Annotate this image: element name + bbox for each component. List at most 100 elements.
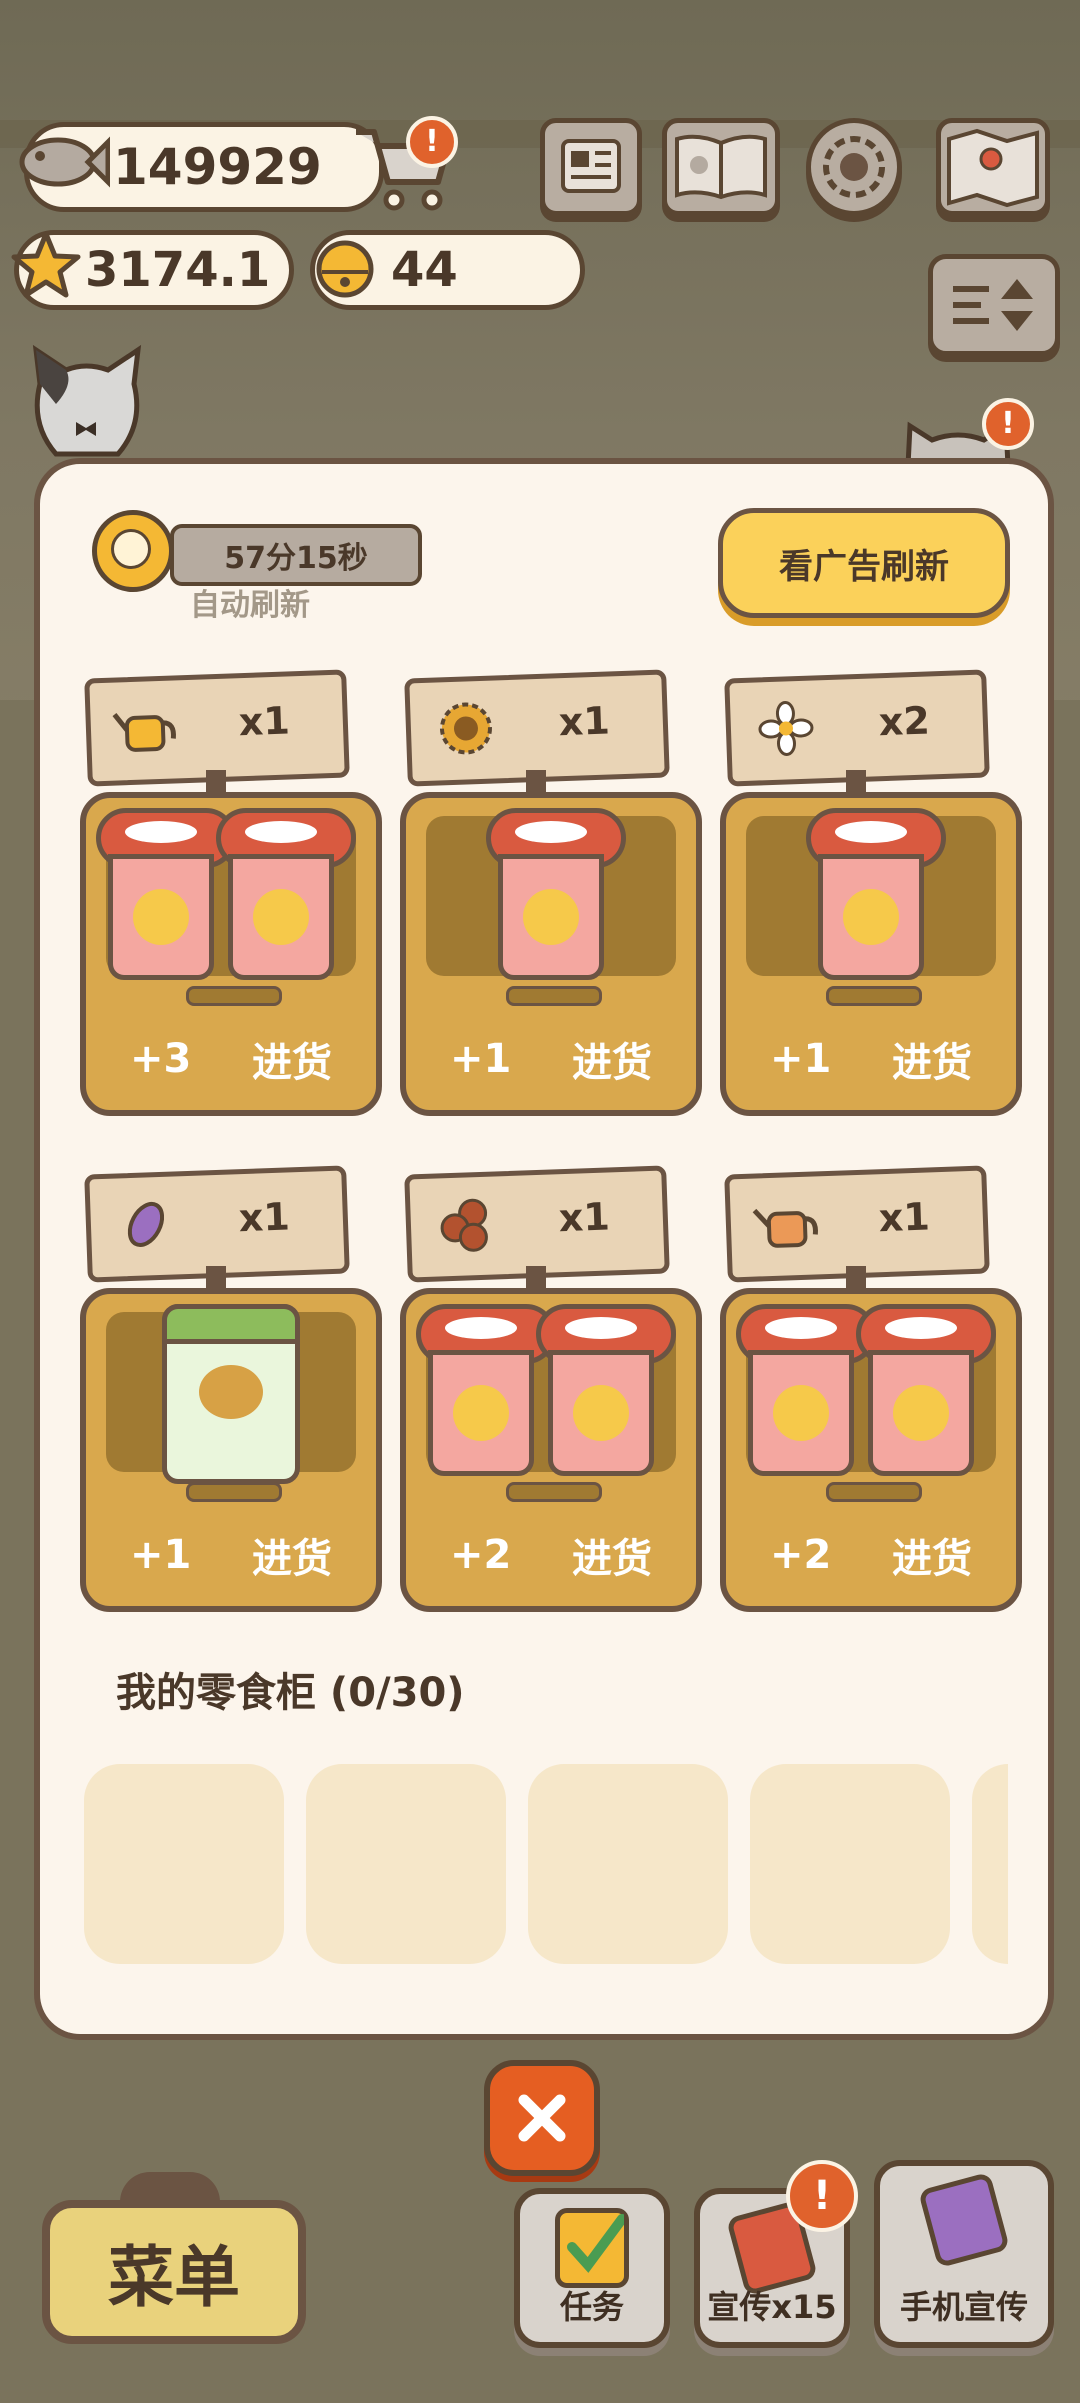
tasks-label: 任务 [559,2288,624,2326]
promo-label: 宣传x15 [707,2288,837,2326]
white-flower-icon [752,698,820,758]
product-crate: +3 进货 [80,792,382,1116]
cabinet-slot-partial[interactable] [972,1764,1008,1964]
cup-noodle-icon [856,1304,996,1476]
slot-sign: x1 [724,1165,990,1283]
slot-sign: x1 [404,1165,670,1283]
sign-post [846,770,866,792]
slot-sign: x1 [404,669,670,787]
star-icon [11,231,81,298]
pinecones-icon [432,1194,500,1254]
crate-handle [186,986,282,1006]
phone-icon [917,2171,1011,2269]
purple-fish-icon [112,1194,180,1254]
fish-icon [19,136,110,188]
clock-icon [92,510,174,592]
sign-post [206,770,226,792]
watch-ad-refresh-label: 看广告刷新 [779,546,949,587]
orange-watering-can-icon [752,1194,820,1254]
cup-noodle-icon [416,1304,556,1476]
checkbox-icon [555,2208,629,2288]
stock-slot-4[interactable]: x1 +1 进货 [80,1165,382,1612]
slot-quantity: x1 [238,698,291,745]
stock-count: +1 [130,1532,192,1578]
restock-button[interactable]: 进货 [252,1030,332,1088]
cup-noodle-icon [736,1304,876,1476]
sunflower-icon [432,698,500,758]
cabinet-slot[interactable] [750,1764,950,1964]
slot-sign: x1 [84,1165,350,1283]
restock-button[interactable]: 进货 [892,1030,972,1088]
stock-slot-1[interactable]: x1 +3 进货 [80,669,382,1116]
gear-icon [823,136,885,198]
close-icon [518,2094,566,2142]
map-icon [947,128,1039,208]
product-crate: +2 进货 [400,1288,702,1612]
cabinet-slot[interactable] [84,1764,284,1964]
slot-quantity: x1 [558,1194,611,1241]
sort-toggle-button[interactable] [928,254,1060,356]
stock-slot-2[interactable]: x1 +1 进货 [400,669,702,1116]
catbook-button[interactable] [662,118,780,216]
crate-handle [186,1482,282,1502]
menu-label: 菜单 [108,2239,240,2316]
cup-noodle-icon [806,808,946,980]
slot-quantity: x1 [878,1194,931,1241]
newspaper-icon [561,139,621,193]
refresh-timer: 57分15秒 [170,524,422,586]
product-crate: +2 进货 [720,1288,1022,1612]
phone-promo-label: 手机宣传 [899,2288,1028,2326]
map-button[interactable] [936,118,1050,216]
cup-noodle-icon [536,1304,676,1476]
restock-panel: 57分15秒 自动刷新 看广告刷新 x1 +3 进货 x1 +1 进货 x2 +… [34,458,1054,2040]
cup-noodle-icon [96,808,236,980]
restock-button[interactable]: 进货 [572,1030,652,1088]
bell-count: 44 [391,242,458,298]
stock-slot-6[interactable]: x1 +2 进货 [720,1165,1022,1612]
bell-icon [316,240,374,298]
cup-noodle-icon [216,808,356,980]
promo-alert-badge: ! [786,2160,858,2232]
crate-handle [826,1482,922,1502]
fish-count: 149929 [113,138,322,196]
cup-noodle-icon [486,808,626,980]
sort-icon [953,279,1033,331]
slot-sign: x1 [84,669,350,787]
restock-button[interactable]: 进货 [252,1526,332,1584]
restock-button[interactable]: 进货 [572,1526,652,1584]
crate-handle [506,986,602,1006]
slot-sign: x2 [724,669,990,787]
settings-button[interactable] [806,118,902,216]
product-crate: +1 进货 [80,1288,382,1612]
crate-handle [506,1482,602,1502]
slot-quantity: x1 [558,698,611,745]
watering-can-icon [112,698,180,758]
product-crate: +1 进货 [720,792,1022,1116]
stock-count: +2 [450,1532,512,1578]
stock-slot-5[interactable]: x1 +2 进货 [400,1165,702,1612]
crate-handle [826,986,922,1006]
stock-count: +1 [450,1036,512,1082]
cart-alert-badge: ! [406,116,458,168]
watch-ad-refresh-button[interactable]: 看广告刷新 [718,508,1010,618]
auto-refresh-label: 自动刷新 [190,588,310,623]
star-count: 3174.1 [85,242,271,298]
cabinet-slot[interactable] [306,1764,506,1964]
stock-count: +1 [770,1036,832,1082]
close-button[interactable] [484,2060,600,2176]
phone-promo-button[interactable]: 手机宣传 [874,2160,1054,2348]
stock-slot-3[interactable]: x2 +1 进货 [720,669,1022,1116]
menu-button[interactable]: 菜单 [42,2200,306,2344]
cabinet-slot[interactable] [528,1764,728,1964]
stock-count: +2 [770,1532,832,1578]
newspaper-button[interactable] [540,118,642,216]
sign-post [846,1266,866,1288]
book-icon [675,134,767,200]
restock-button[interactable]: 进货 [892,1526,972,1584]
snack-cabinet-title: 我的零食柜 (0/30) [116,1670,465,1716]
sign-post [206,1266,226,1288]
slot-quantity: x1 [238,1194,291,1241]
tasks-button[interactable]: 任务 [514,2188,670,2348]
snack-can-icon [162,1304,300,1484]
cat-waiter-character[interactable] [26,344,148,468]
